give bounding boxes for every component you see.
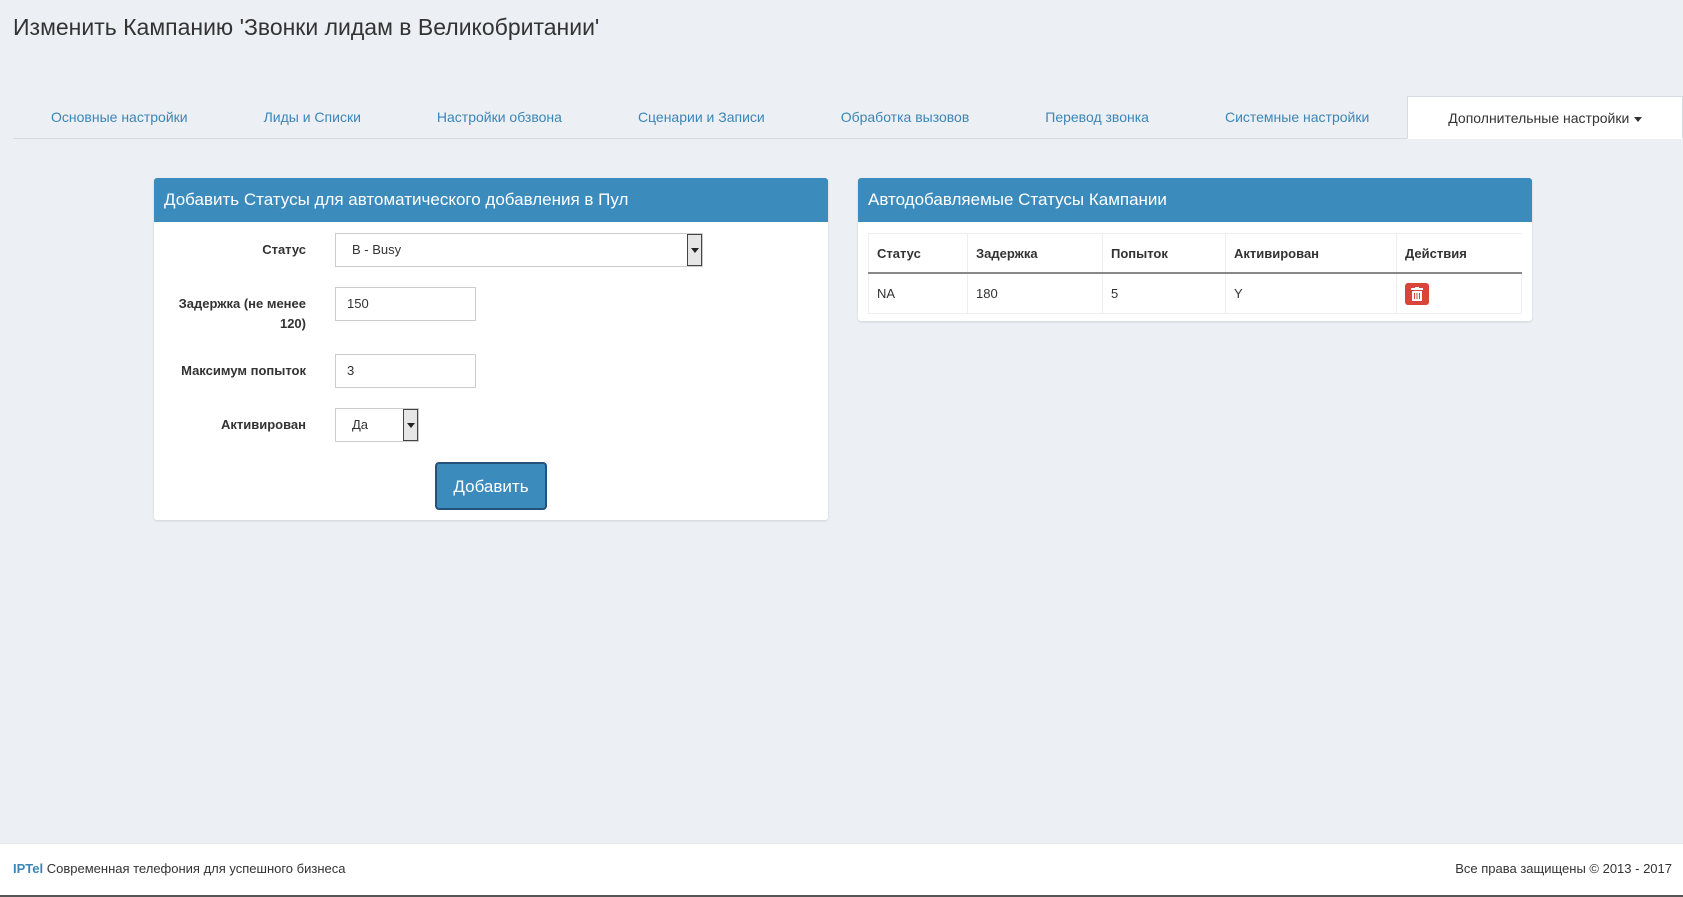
tab-basic-settings[interactable]: Основные настройки [13,96,226,138]
tab-additional-settings[interactable]: Дополнительные настройки [1407,96,1683,139]
add-status-panel: Добавить Статусы для автоматического доб… [154,178,828,520]
column-header-delay: Задержка [967,233,1103,274]
brand-link[interactable]: IPTel [13,861,43,876]
active-select-value: Да [352,417,369,432]
cell-delay: 180 [967,273,1103,314]
delete-button[interactable] [1405,282,1429,305]
trash-icon [1411,286,1423,301]
tab-call-transfer[interactable]: Перевод звонка [1007,96,1187,138]
max-attempts-input-value: 3 [347,363,355,378]
tab-call-handling[interactable]: Обработка вызовов [803,96,1008,138]
tab-dialing-settings[interactable]: Настройки обзвона [399,96,600,138]
max-attempts-label: Максимум попыток [181,363,306,378]
column-header-attempts: Попыток [1102,233,1226,274]
delay-input[interactable]: 150 [335,287,476,321]
add-status-panel-heading: Добавить Статусы для автоматического доб… [154,178,828,222]
footer: IPTel Современная телефония для успешног… [0,843,1683,897]
table-row: NA 180 5 Y [868,273,1522,314]
page-title: Изменить Кампанию 'Звонки лидам в Велико… [13,14,600,40]
active-label: Активирован [220,417,306,432]
status-select[interactable]: B - Busy [335,233,703,267]
footer-tagline: Современная телефония для успешного бизн… [46,861,346,876]
column-header-actions: Действия [1396,233,1522,274]
tab-system-settings[interactable]: Системные настройки [1187,96,1407,138]
cell-actions [1396,273,1522,314]
chevron-down-icon [687,234,702,266]
status-select-value: B - Busy [352,242,402,257]
footer-copyright: Все права защищены © 2013 - 2017 [1455,861,1672,876]
tab-bar: Основные настройки Лиды и Списки Настрой… [13,96,1683,139]
cell-attempts: 5 [1102,273,1226,314]
status-label: Статус [262,242,306,257]
chevron-down-icon [403,409,418,441]
add-button[interactable]: Добавить [435,462,547,510]
column-header-status: Статус [868,233,968,274]
caret-down-icon [1634,116,1643,122]
auto-statuses-table: Статус Задержка Попыток Активирован Дейс… [868,233,1522,314]
auto-statuses-panel: Автодобавляемые Статусы Кампании Статус … [858,178,1532,321]
footer-left: IPTel Современная телефония для успешног… [13,861,345,876]
max-attempts-input[interactable]: 3 [335,354,476,388]
tab-additional-settings-label: Дополнительные настройки [1448,110,1630,126]
table-header-row: Статус Задержка Попыток Активирован Дейс… [868,233,1522,274]
auto-statuses-panel-heading: Автодобавляемые Статусы Кампании [858,178,1532,222]
delay-input-value: 150 [347,296,369,311]
tab-leads-lists[interactable]: Лиды и Списки [226,96,399,138]
active-select[interactable]: Да [335,408,419,442]
delay-label: Задержка (не менее 120) [178,296,306,331]
column-header-active: Активирован [1225,233,1397,274]
tab-scripts-recordings[interactable]: Сценарии и Записи [600,96,803,138]
cell-status: NA [868,273,968,314]
cell-active: Y [1225,273,1397,314]
